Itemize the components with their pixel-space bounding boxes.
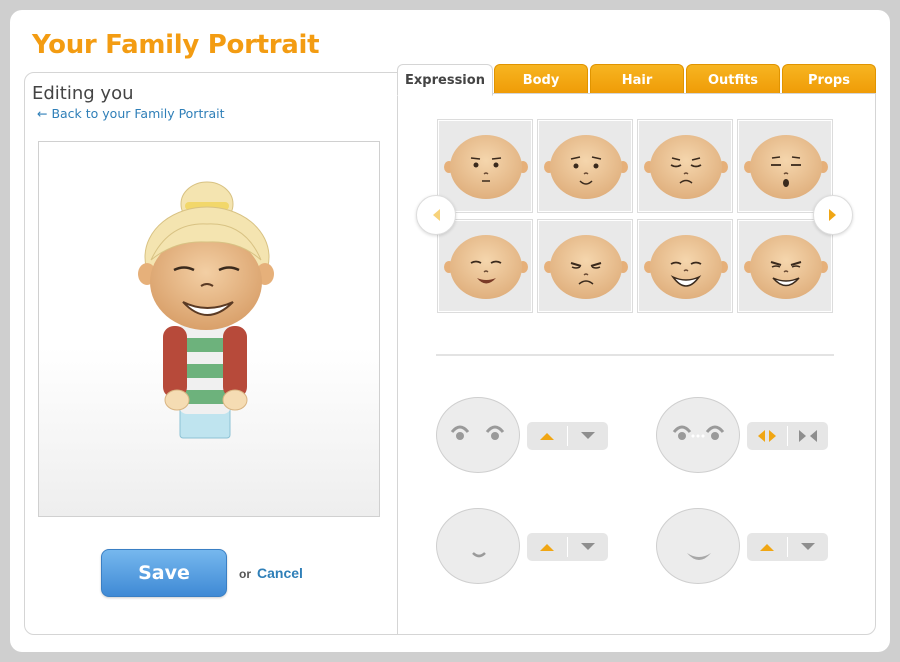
or-label: or	[239, 567, 251, 581]
tab-outfits[interactable]: Outfits	[686, 64, 780, 95]
tab-body[interactable]: Body	[494, 64, 588, 95]
move-up-button[interactable]	[747, 533, 787, 561]
down-arrow-icon	[581, 543, 595, 550]
move-up-button[interactable]	[527, 533, 567, 561]
next-arrow-button[interactable]	[813, 195, 853, 235]
back-to-portrait-link[interactable]: ← Back to your Family Portrait	[37, 106, 225, 121]
save-button[interactable]: Save	[101, 549, 227, 597]
face-neutral-icon	[444, 135, 528, 199]
up-arrow-icon	[760, 544, 774, 551]
eyes-spacing-stepper	[747, 422, 828, 450]
tab-expression[interactable]: Expression	[397, 64, 493, 96]
previous-arrow-button[interactable]	[416, 195, 456, 235]
eyes-vertical-stepper	[527, 422, 608, 450]
down-arrow-icon	[581, 432, 595, 439]
editor-heading: Editing you	[32, 83, 134, 104]
spread-eyes-button[interactable]	[747, 422, 787, 450]
mouth-wide-icon	[687, 553, 711, 560]
face-sleepy-icon	[644, 135, 728, 199]
face-big-smile-icon	[644, 235, 728, 299]
squeeze-arrows-icon	[799, 430, 817, 442]
eyes-spacing-preview	[656, 397, 740, 473]
face-smirk-icon	[544, 135, 628, 199]
page-title: Your Family Portrait	[32, 30, 320, 60]
cancel-link[interactable]: Cancel	[257, 565, 303, 581]
section-divider	[436, 354, 834, 356]
expression-option-neutral[interactable]	[438, 120, 532, 212]
expression-option-sleepy[interactable]	[638, 120, 732, 212]
move-down-button[interactable]	[568, 533, 608, 561]
spread-arrows-icon	[758, 430, 776, 442]
mouth-icon	[472, 552, 486, 558]
down-arrow-icon	[801, 543, 815, 550]
avatar-preview	[38, 141, 380, 517]
mouth-wide-stepper	[747, 533, 828, 561]
face-frown-icon	[544, 235, 628, 299]
eyes-icon	[450, 425, 505, 440]
tab-props[interactable]: Props	[782, 64, 876, 95]
chevron-right-icon	[829, 209, 836, 221]
eyes-position-preview	[436, 397, 520, 473]
eyes-spacing-icon	[672, 425, 725, 440]
chevron-left-icon	[433, 209, 440, 221]
expression-option-surprised[interactable]	[738, 120, 832, 212]
face-mischievous-icon	[744, 235, 828, 299]
editor-panel: Editing you ← Back to your Family Portra…	[24, 72, 398, 635]
mouth-wide-preview	[656, 508, 740, 584]
mouth-small-stepper	[527, 533, 608, 561]
expression-option-smirk[interactable]	[538, 120, 632, 212]
face-grin-icon	[444, 235, 528, 299]
up-arrow-icon	[540, 433, 554, 440]
expression-option-mischievous[interactable]	[738, 220, 832, 312]
move-up-button[interactable]	[527, 422, 567, 450]
expression-option-grin[interactable]	[438, 220, 532, 312]
avatar-figure	[138, 181, 274, 439]
up-arrow-icon	[540, 544, 554, 551]
squeeze-eyes-button[interactable]	[788, 422, 828, 450]
tab-hair[interactable]: Hair	[590, 64, 684, 95]
expression-option-frown[interactable]	[538, 220, 632, 312]
expression-option-big-smile[interactable]	[638, 220, 732, 312]
move-down-button[interactable]	[568, 422, 608, 450]
move-down-button[interactable]	[788, 533, 828, 561]
mouth-small-preview	[436, 508, 520, 584]
